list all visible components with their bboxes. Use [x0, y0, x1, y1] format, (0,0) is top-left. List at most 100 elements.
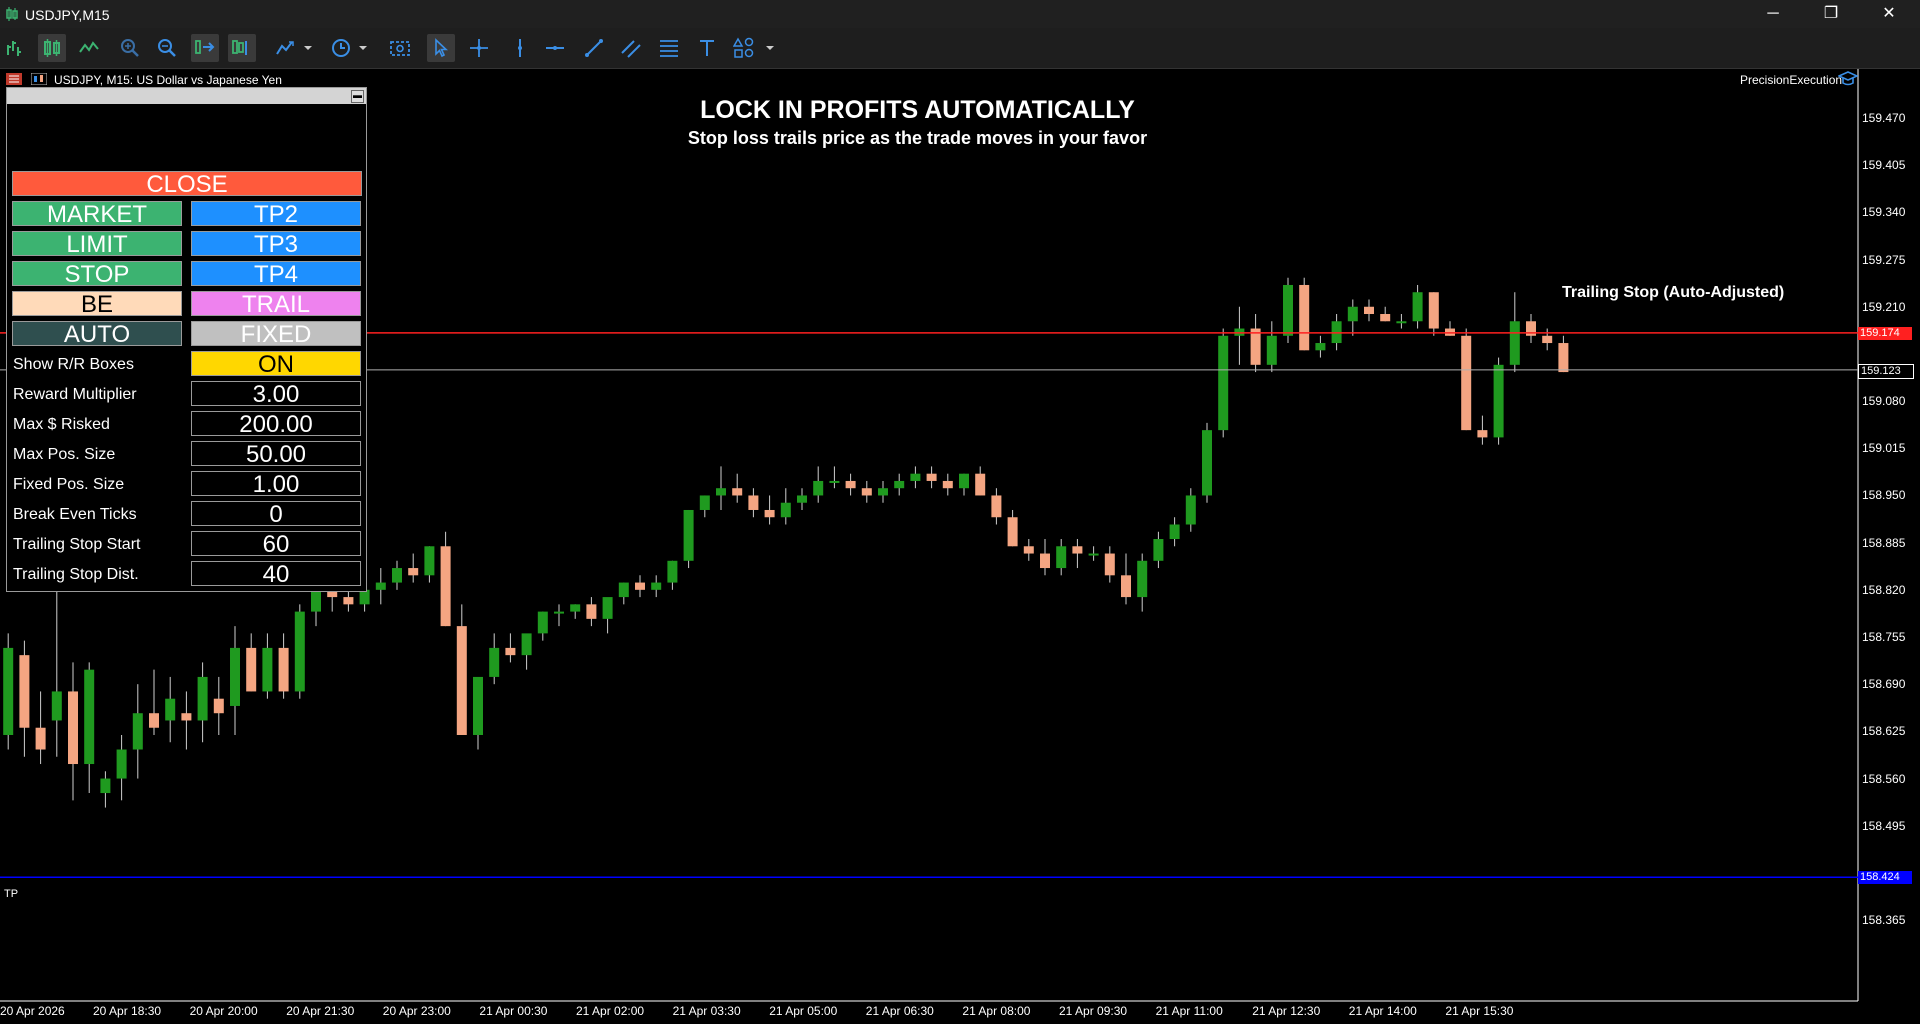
panel-minimize-button[interactable]: ▬	[351, 90, 364, 103]
trailing-stop-dist-label: Trailing Stop Dist.	[13, 566, 139, 583]
candle-body	[262, 647, 273, 692]
candle-body	[132, 713, 143, 750]
candle-body	[51, 691, 62, 721]
limit-button[interactable]: LIMIT	[12, 231, 182, 258]
candle-body	[699, 495, 710, 510]
candle-body	[1477, 430, 1488, 438]
price-tick-label: 159.340	[1862, 205, 1906, 220]
candle-body	[602, 597, 613, 619]
candle-body	[1380, 314, 1391, 322]
close-button[interactable]: CLOSE	[12, 171, 362, 198]
show-rr-boxes-label: Show R/R Boxes	[13, 356, 134, 373]
reward-multiplier-input[interactable]: 3.00	[191, 381, 361, 407]
candle-body	[618, 582, 629, 598]
fixed-pos-size-input[interactable]: 1.00	[191, 471, 361, 497]
max-risked-input[interactable]: 200.00	[191, 411, 361, 437]
candle-body	[942, 480, 953, 489]
candle-body	[1428, 292, 1439, 329]
market-button[interactable]: MARKET	[12, 201, 182, 228]
candle-body	[181, 713, 192, 721]
max-pos-size-input[interactable]: 50.00	[191, 441, 361, 467]
price-tick-label: 159.080	[1862, 394, 1906, 409]
candle-body	[84, 669, 95, 765]
candle-body	[667, 560, 678, 583]
candle-body	[845, 480, 856, 489]
expert-cap-icon[interactable]	[1838, 71, 1858, 87]
symbol-label: USDJPY, M15: US Dollar vs Japanese Yen	[54, 73, 282, 87]
trailing-stop-annotation: Trailing Stop (Auto-Adjusted)	[1562, 284, 1785, 301]
candle-body	[149, 713, 159, 728]
time-tick-label: 20 Apr 20:00	[189, 1004, 258, 1018]
break-even-ticks-input[interactable]: 0	[191, 501, 361, 527]
candle-body	[1153, 539, 1164, 561]
max-risked-label: Max $ Risked	[13, 416, 110, 433]
candle-body	[1250, 328, 1261, 365]
candle-body	[278, 647, 289, 692]
candle-body	[1396, 321, 1407, 324]
candle-body	[213, 698, 224, 714]
candle-body	[1558, 343, 1569, 373]
stop-button[interactable]: STOP	[12, 261, 182, 288]
time-tick-label: 21 Apr 03:30	[672, 1004, 741, 1018]
candle-body	[473, 676, 483, 735]
candle-body	[359, 589, 370, 605]
candle-body	[1364, 306, 1374, 315]
trailing-stop-dist-input[interactable]: 40	[191, 561, 361, 587]
candle-body	[1202, 430, 1212, 496]
price-tick-label: 158.820	[1862, 582, 1906, 597]
candle-body	[586, 604, 597, 619]
candle-body	[1056, 546, 1067, 569]
candle-body	[991, 495, 1002, 518]
show-rr-boxes-toggle[interactable]: ON	[191, 351, 361, 378]
chart-properties-icon[interactable]	[31, 73, 47, 85]
candle-body	[829, 480, 840, 483]
price-tick-label: 159.210	[1862, 299, 1906, 314]
candle-body	[19, 655, 30, 728]
candle-body	[197, 676, 208, 721]
candle-body	[651, 582, 662, 590]
price-tick-label: 158.560	[1862, 771, 1906, 786]
candle-body	[716, 488, 726, 496]
bid-price-tag: 159.123	[1858, 363, 1914, 379]
candle-body	[780, 502, 791, 518]
tp2-button[interactable]: TP2	[191, 201, 361, 228]
fixed-button[interactable]: FIXED	[191, 321, 361, 348]
tp3-button[interactable]: TP3	[191, 231, 361, 258]
subheadline: Stop loss trails price as the trade move…	[687, 128, 1148, 148]
one-click-trading-icon[interactable]	[6, 73, 22, 85]
time-tick-label: 21 Apr 11:00	[1155, 1004, 1223, 1018]
trail-button[interactable]: TRAIL	[191, 291, 361, 318]
candle-body	[926, 473, 937, 481]
candle-body	[537, 611, 548, 634]
candle-body	[554, 611, 564, 614]
candle-body	[1542, 335, 1553, 344]
price-tick-label: 159.015	[1862, 441, 1906, 456]
time-tick-label: 20 Apr 23:00	[382, 1004, 451, 1018]
break-even-button[interactable]: BE	[12, 291, 182, 318]
time-tick-label: 20 Apr 18:30	[93, 1004, 162, 1018]
candle-body	[1137, 560, 1148, 598]
candle-body	[100, 778, 111, 794]
candle-body	[1283, 284, 1293, 336]
panel-header[interactable]: ▬	[7, 88, 366, 104]
time-tick-label: 21 Apr 14:00	[1348, 1004, 1417, 1018]
price-tick-label: 158.755	[1862, 630, 1906, 644]
trailing-stop-start-input[interactable]: 60	[191, 531, 361, 557]
time-tick-label: 20 Apr 2026	[0, 1004, 65, 1018]
candle-body	[375, 582, 386, 590]
trailing-stop-start-label: Trailing Stop Start	[13, 536, 141, 553]
candle-body	[764, 509, 775, 518]
tp4-button[interactable]: TP4	[191, 261, 361, 288]
candle-body	[797, 495, 807, 503]
candle-body	[1088, 553, 1099, 556]
candle-body	[1104, 553, 1115, 576]
candle-body	[1412, 292, 1423, 322]
candle-body	[1121, 575, 1131, 598]
candle-body	[1007, 517, 1018, 547]
candle-body	[35, 727, 46, 750]
candle-body	[1347, 306, 1358, 322]
candle-body	[1023, 546, 1034, 554]
candle-body	[68, 691, 78, 765]
auto-button[interactable]: AUTO	[12, 321, 182, 348]
reward-multiplier-label: Reward Multiplier	[13, 386, 137, 403]
